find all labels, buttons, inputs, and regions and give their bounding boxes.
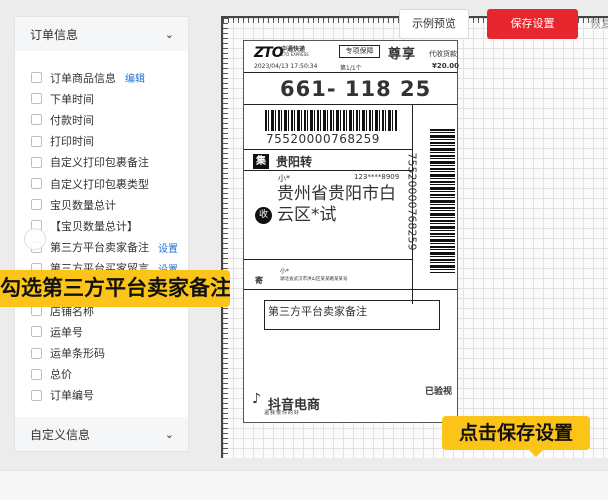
sender-name: 小* xyxy=(280,268,290,275)
ji-sender-badge: 寄 xyxy=(255,276,263,285)
receiver-address: 贵州省贵阳市白云区*试 xyxy=(277,184,396,225)
field-checkbox[interactable] xyxy=(31,389,42,401)
field-row[interactable]: 付款时间 xyxy=(15,109,188,130)
sender-address: 湖北省武汉市洪山区某某路某某号 xyxy=(280,277,348,282)
field-label: 自定义打印包裹备注 xyxy=(50,156,149,170)
chevron-down-icon[interactable]: ⌄ xyxy=(165,28,174,41)
order-info-title: 订单信息 xyxy=(30,27,79,42)
cod-label: 代收货款 xyxy=(429,50,457,58)
field-checkbox[interactable] xyxy=(31,135,42,147)
field-label: 付款时间 xyxy=(50,113,94,127)
field-checkbox[interactable] xyxy=(31,178,42,190)
field-row[interactable]: 订单商品信息 编辑 xyxy=(15,67,188,88)
field-checkbox[interactable] xyxy=(31,114,42,126)
label-design-canvas[interactable]: ZTO 中通快递 ZTO EXPRESS 专项保障 尊享 代收货款 2023/0… xyxy=(221,16,608,458)
custom-info-title: 自定义信息 xyxy=(30,427,91,442)
divider xyxy=(244,259,413,260)
divider xyxy=(244,289,457,290)
cod-amount: ¥20.00 xyxy=(432,62,460,70)
divider xyxy=(244,170,413,171)
douyin-note-icon: ♪ xyxy=(252,391,261,407)
field-checkbox[interactable] xyxy=(31,93,42,105)
divider xyxy=(244,72,457,73)
seller-remark-field[interactable]: 第三方平台卖家备注 xyxy=(264,300,440,330)
field-label: 自定义打印包裹类型 xyxy=(50,177,149,191)
shou-badge: 收 xyxy=(255,207,272,224)
field-label: 宝贝数量总计 xyxy=(50,198,116,212)
bottom-action-bar xyxy=(0,470,608,500)
divider xyxy=(244,149,413,150)
field-label: 第三方平台卖家备注 xyxy=(50,241,149,255)
field-checkbox[interactable] xyxy=(31,199,42,211)
chevron-down-icon[interactable]: ⌄ xyxy=(165,428,174,441)
field-checkbox[interactable] xyxy=(31,72,42,84)
destination-hub: 贵阳转 xyxy=(276,155,313,169)
platform-slogan: 温我慢你的好 xyxy=(264,410,301,416)
print-date: 2023/04/13 17:50:34 xyxy=(254,63,318,70)
save-settings-button[interactable]: 保存设置 xyxy=(487,9,578,39)
field-row[interactable]: 订单编号 xyxy=(15,385,188,406)
example-preview-button[interactable]: 示例预览 xyxy=(399,9,469,39)
field-checkbox[interactable] xyxy=(31,156,42,168)
field-label: 运单条形码 xyxy=(50,347,105,361)
field-label: 订单商品信息 xyxy=(50,71,116,85)
field-row[interactable]: 宝贝数量总计 xyxy=(15,194,188,215)
field-row[interactable]: 自定义打印包裹备注 xyxy=(15,152,188,173)
service-tag: 专项保障 xyxy=(339,45,380,58)
field-label: 运单号 xyxy=(50,325,83,339)
zto-logo: ZTO xyxy=(254,45,284,61)
field-checkbox[interactable] xyxy=(31,347,42,359)
field-label: 【宝贝数量总计】 xyxy=(50,219,138,233)
field-link[interactable]: 编辑 xyxy=(125,70,145,85)
field-row[interactable]: 下单时间 xyxy=(15,88,188,109)
field-row[interactable]: 总价 xyxy=(15,364,188,385)
custom-info-header[interactable]: 自定义信息 ⌄ xyxy=(15,417,188,451)
instruction-callout-save: 点击保存设置 xyxy=(442,416,590,457)
seller-remark-text: 第三方平台卖家备注 xyxy=(268,305,367,318)
field-row[interactable]: 运单号 xyxy=(15,321,188,342)
receiver-name: 小* xyxy=(278,174,290,183)
restore-button[interactable]: 恢复 xyxy=(590,9,608,39)
divider xyxy=(244,104,457,105)
field-row[interactable]: 自定义打印包裹类型 xyxy=(15,173,188,194)
order-info-header[interactable]: 订单信息 ⌄ xyxy=(15,17,188,51)
waybill-number: 75520000768259 xyxy=(266,132,380,146)
field-link[interactable]: 设置 xyxy=(158,240,178,255)
ji-badge: 集 xyxy=(253,154,269,169)
cursor-pointer xyxy=(24,228,46,250)
waybill-barcode xyxy=(265,110,398,131)
field-label: 总价 xyxy=(50,368,72,382)
logo-en: ZTO EXPRESS xyxy=(281,52,309,57)
page-count: 第1/1个 xyxy=(340,65,362,72)
field-row[interactable]: 运单条形码 xyxy=(15,342,188,363)
field-label: 订单编号 xyxy=(50,389,94,403)
field-row[interactable]: 打印时间 xyxy=(15,131,188,152)
inspected-mark: 已验视 xyxy=(425,387,453,397)
field-label: 下单时间 xyxy=(50,92,94,106)
ruler-left xyxy=(223,18,228,458)
service-level: 尊享 xyxy=(388,47,417,62)
field-checkbox[interactable] xyxy=(31,368,42,380)
receiver-phone: 123****8909 xyxy=(354,173,400,181)
shipping-label[interactable]: ZTO 中通快递 ZTO EXPRESS 专项保障 尊享 代收货款 2023/0… xyxy=(243,40,460,423)
instruction-callout-check: 勾选第三方平台卖家备注 xyxy=(0,270,230,307)
field-checkbox[interactable] xyxy=(31,326,42,338)
waybill-barcode-vertical xyxy=(430,129,455,273)
sort-code: 661- 118 25 xyxy=(280,77,432,101)
field-label: 打印时间 xyxy=(50,135,94,149)
